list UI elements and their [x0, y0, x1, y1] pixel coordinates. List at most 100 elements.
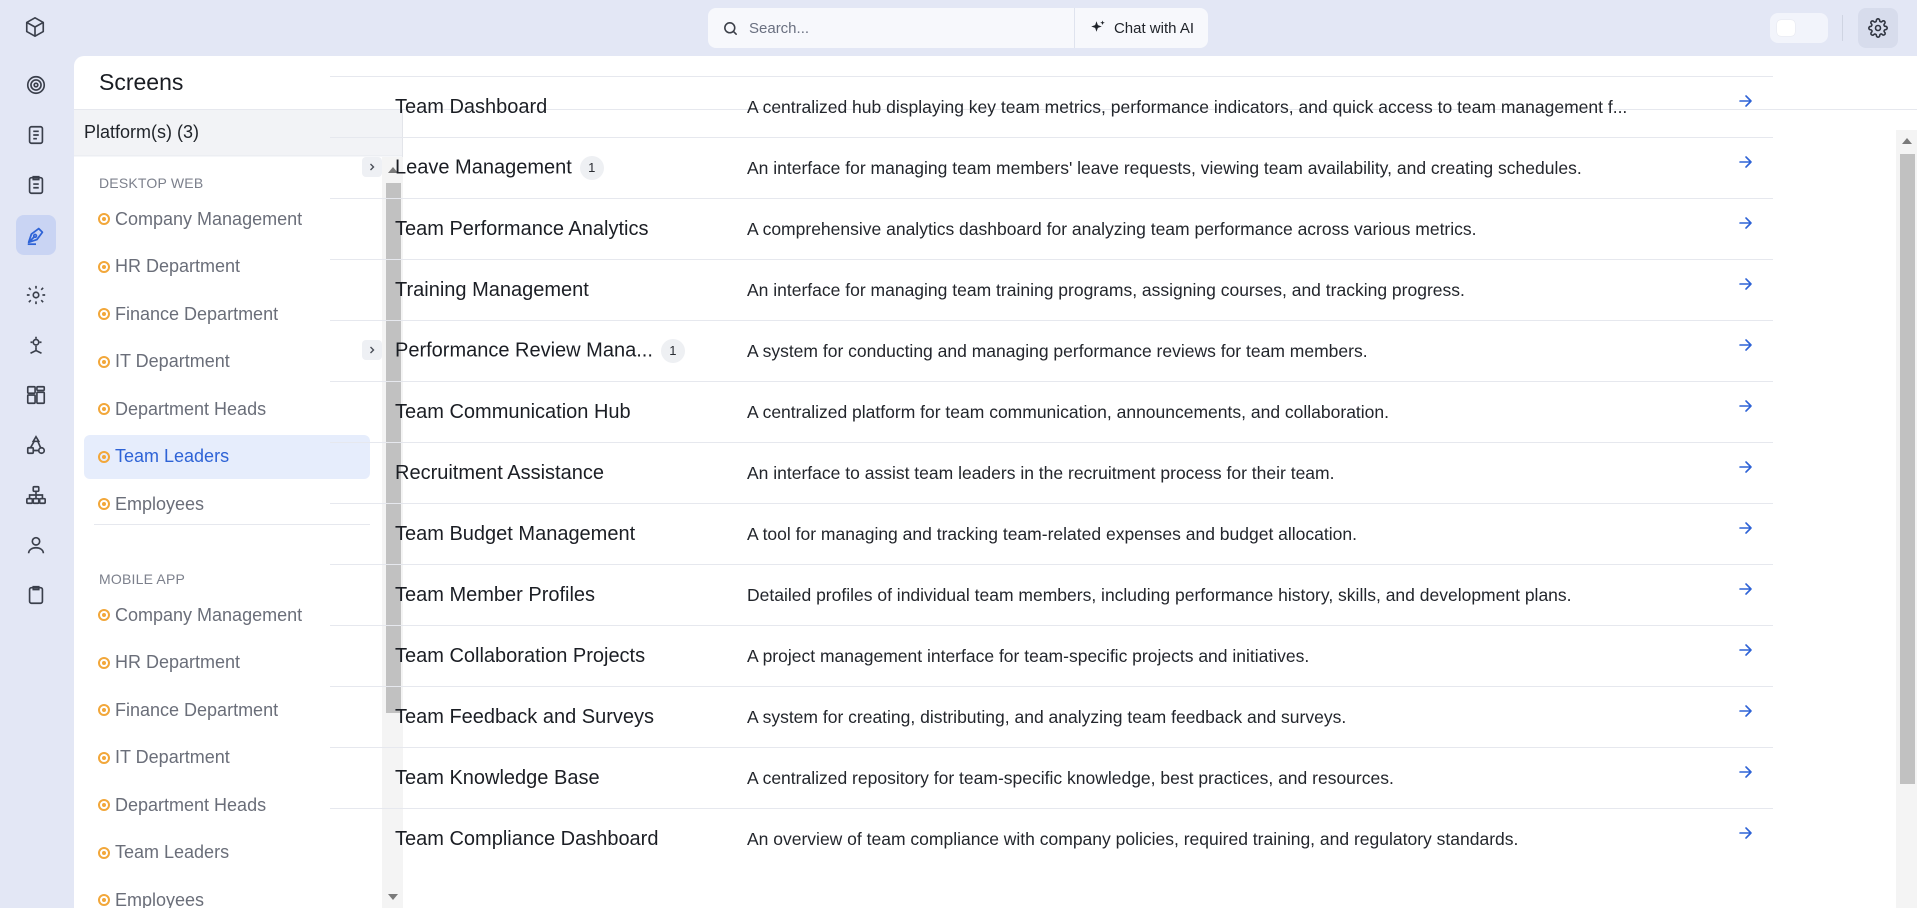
screens-table: Team Dashboard A centralized hub displayi… — [330, 76, 1773, 852]
open-arrow-icon[interactable] — [1736, 91, 1756, 111]
screen-description: A centralized hub displaying key team me… — [747, 96, 1628, 117]
screen-description: Detailed profiles of individual team mem… — [747, 584, 1572, 605]
rail-sitemap[interactable] — [16, 475, 56, 515]
open-arrow-icon[interactable] — [1736, 274, 1756, 294]
screen-description: A project management interface for team-… — [747, 645, 1310, 666]
screen-name: Team Member Profiles — [395, 584, 595, 607]
app-logo[interactable] — [17, 11, 53, 43]
platform-item[interactable]: HR Department — [84, 641, 370, 685]
platform-item-label: Department Heads — [115, 794, 267, 815]
platform-item-label: Finance Department — [115, 303, 279, 324]
platform-item-label: Company Management — [115, 604, 303, 625]
screen-row[interactable]: Team Compliance Dashboard An overview of … — [330, 808, 1773, 852]
screen-row[interactable]: Training Management An interface for mana… — [330, 259, 1773, 320]
toggle-knob — [1777, 20, 1795, 36]
open-arrow-icon[interactable] — [1736, 335, 1756, 355]
document-icon — [28, 125, 44, 145]
screen-name-text: Team Collaboration Projects — [395, 644, 646, 667]
screen-row[interactable]: Team Feedback and Surveys A system for cr… — [330, 686, 1773, 747]
settings-button[interactable] — [1858, 8, 1898, 48]
rail-components[interactable] — [16, 375, 56, 415]
screen-description: A centralized platform for team communic… — [747, 401, 1390, 422]
rail-clipboard[interactable] — [16, 575, 56, 615]
platform-item-label: Finance Department — [115, 699, 279, 720]
screen-name-text: Team Budget Management — [395, 522, 636, 545]
screen-name: Team Dashboard — [395, 96, 547, 119]
scroll-up-arrow[interactable] — [1902, 138, 1912, 144]
expand-chevron-icon[interactable] — [362, 340, 382, 360]
rail-goals[interactable] — [16, 65, 56, 105]
expand-chevron-icon[interactable] — [362, 157, 382, 177]
grid-icon — [26, 385, 46, 405]
platform-item[interactable]: Department Heads — [84, 783, 370, 827]
theme-toggle[interactable] — [1770, 13, 1828, 43]
screen-row[interactable]: Leave Management 1 An interface for managi… — [330, 137, 1773, 198]
screen-description: An interface for managing team members' … — [747, 157, 1582, 178]
screen-row[interactable]: Recruitment Assistance An interface to as… — [330, 442, 1773, 503]
screen-row[interactable]: Performance Review Mana... 1 A system for … — [330, 320, 1773, 381]
platform-item[interactable]: Employees — [84, 878, 370, 908]
platform-item-label: HR Department — [115, 256, 241, 276]
screen-row[interactable]: Team Knowledge Base A centralized reposit… — [330, 747, 1773, 808]
screen-name: Team Compliance Dashboard — [395, 828, 658, 851]
screen-row[interactable]: Team Performance Analytics A comprehensiv… — [330, 198, 1773, 259]
search-box[interactable] — [708, 8, 1075, 48]
screen-row[interactable]: Team Collaboration Projects A project man… — [330, 625, 1773, 686]
screen-row[interactable]: Team Dashboard A centralized hub displayi… — [330, 76, 1773, 137]
chat-with-ai-label: Chat with AI — [1113, 19, 1194, 37]
rail-flows[interactable] — [16, 425, 56, 465]
screen-name: Team Feedback and Surveys — [395, 706, 654, 729]
platform-item[interactable]: Finance Department — [84, 292, 370, 336]
platform-item[interactable]: HR Department — [84, 245, 370, 289]
rail-integrations[interactable] — [16, 325, 56, 365]
platform-item[interactable]: Company Management — [84, 593, 370, 637]
open-arrow-icon[interactable] — [1736, 518, 1756, 538]
open-arrow-icon[interactable] — [1736, 457, 1756, 477]
screen-row[interactable]: Team Member Profiles Detailed profiles of… — [330, 564, 1773, 625]
status-dot-icon — [98, 704, 110, 716]
screen-name: Training Management — [395, 279, 589, 302]
chat-with-ai-button[interactable]: Chat with AI — [1075, 8, 1208, 48]
platform-item[interactable]: IT Department — [84, 736, 370, 780]
status-dot-icon — [98, 846, 110, 859]
platform-item[interactable]: Department Heads — [84, 387, 370, 431]
open-arrow-icon[interactable] — [1736, 396, 1756, 416]
screen-name-text: Team Member Profiles — [395, 583, 596, 606]
open-arrow-icon[interactable] — [1736, 579, 1756, 599]
cube-logo-icon — [25, 17, 45, 37]
scroll-down-arrow[interactable] — [388, 894, 398, 900]
status-dot-icon — [98, 308, 110, 320]
platform-item[interactable]: Team Leaders — [84, 434, 370, 479]
open-arrow-icon[interactable] — [1736, 152, 1756, 172]
platform-item[interactable]: Company Management — [84, 197, 370, 241]
platform-item[interactable]: Finance Department — [84, 688, 370, 732]
rail-users[interactable] — [16, 525, 56, 565]
rail-tasks[interactable] — [16, 165, 56, 205]
screen-name: Leave Management 1 — [395, 156, 604, 180]
rail-documents[interactable] — [16, 115, 56, 155]
scrollbar-thumb[interactable] — [1900, 154, 1915, 784]
screen-name-text: Team Feedback and Surveys — [395, 705, 655, 728]
screen-row[interactable]: Team Communication Hub A centralized plat… — [330, 381, 1773, 442]
platform-item[interactable]: Team Leaders — [84, 831, 370, 875]
rail-settings[interactable] — [16, 275, 56, 315]
divider — [94, 524, 370, 525]
platform-item[interactable]: Employees — [84, 482, 370, 526]
platform-item-label: HR Department — [115, 652, 241, 672]
open-arrow-icon[interactable] — [1736, 762, 1756, 782]
screen-name-text: Team Knowledge Base — [395, 766, 600, 789]
screens-scrollbar[interactable] — [1896, 130, 1917, 908]
open-arrow-icon[interactable] — [1736, 701, 1756, 721]
rail-screens[interactable] — [16, 215, 56, 255]
platform-group-label: MOBILE APP — [99, 571, 186, 587]
status-dot-icon — [98, 751, 110, 764]
screen-row[interactable]: Team Budget Management A tool for managin… — [330, 503, 1773, 564]
platform-group-label: DESKTOP WEB — [99, 175, 204, 191]
open-arrow-icon[interactable] — [1736, 640, 1756, 660]
open-arrow-icon[interactable] — [1736, 213, 1756, 233]
platform-item[interactable]: IT Department — [84, 340, 370, 384]
status-dot-icon — [98, 403, 110, 415]
search-icon — [724, 21, 737, 35]
search-input[interactable] — [749, 19, 1049, 37]
open-arrow-icon[interactable] — [1736, 823, 1756, 843]
